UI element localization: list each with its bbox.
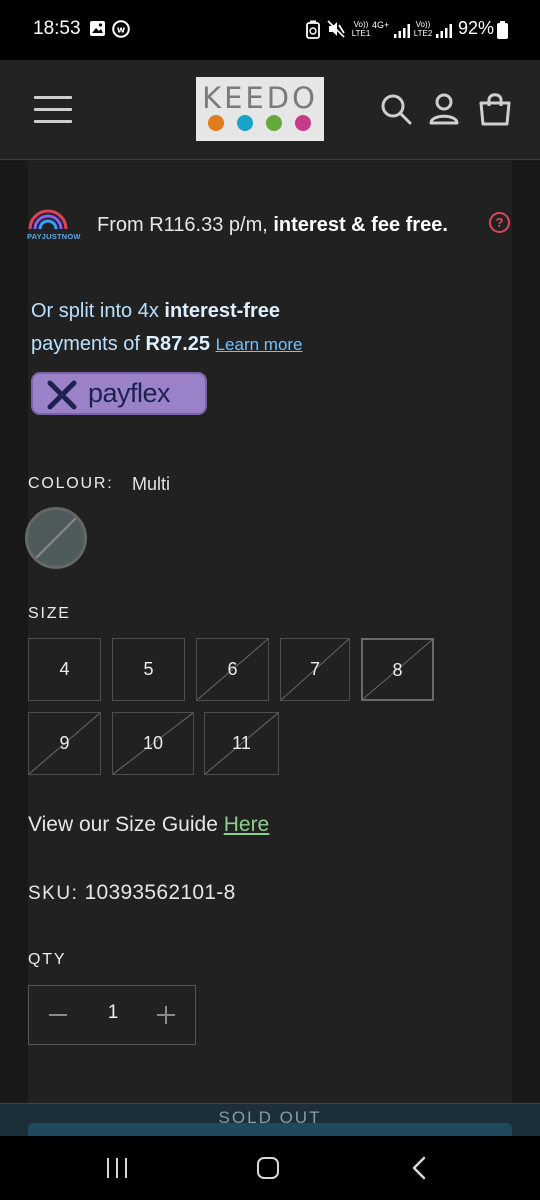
payjustnow-text: From R116.33 p/m, xyxy=(97,214,274,236)
quantity-stepper: 1 xyxy=(28,985,196,1045)
status-time: 18:53 xyxy=(33,18,81,39)
help-icon[interactable]: ? xyxy=(489,212,510,233)
recent-apps-icon[interactable] xyxy=(107,1158,129,1178)
network-4g: 4G+ xyxy=(372,20,390,30)
colour-value: Multi xyxy=(132,474,171,494)
plus-icon[interactable] xyxy=(157,1006,175,1024)
mute-icon xyxy=(327,20,345,38)
logo-dot xyxy=(208,115,224,131)
account-icon[interactable] xyxy=(429,93,459,125)
logo-dot xyxy=(295,115,311,131)
menu-icon[interactable] xyxy=(34,96,72,124)
colour-label: COLOUR: xyxy=(28,475,114,492)
payflex-mark-icon xyxy=(47,380,77,410)
site-header: KEEDO xyxy=(0,60,540,160)
battery-percent: 92% xyxy=(458,18,495,38)
size-guide-link[interactable]: Here xyxy=(224,813,270,836)
size-option-label: 4 xyxy=(59,659,70,679)
size-option-11[interactable]: 11 xyxy=(204,712,279,775)
battery-saver-icon xyxy=(306,20,320,39)
size-option-label: 7 xyxy=(309,659,320,679)
logo-dot xyxy=(237,115,253,131)
payjustnow-bold-text: interest & fee free. xyxy=(273,214,448,236)
size-option-10[interactable]: 10 xyxy=(112,712,194,775)
logo-text: KEEDO xyxy=(202,81,318,115)
size-option-label: 9 xyxy=(59,733,70,753)
page-margin-left xyxy=(0,161,28,1136)
cart-icon[interactable] xyxy=(478,92,512,126)
size-guide: View our Size Guide Here xyxy=(28,813,269,837)
size-option-7[interactable]: 7 xyxy=(280,638,350,701)
size-option-4[interactable]: 4 xyxy=(28,638,101,701)
payflex-badge[interactable]: payflex xyxy=(31,372,207,415)
system-nav-bar xyxy=(0,1136,540,1200)
payflex-line-1: Or split into 4x interest-free xyxy=(31,300,280,323)
keedo-logo[interactable]: KEEDO xyxy=(196,77,324,141)
back-icon[interactable] xyxy=(410,1156,428,1180)
signal-icon xyxy=(436,24,452,38)
payflex-text: Or split into 4x xyxy=(31,300,165,322)
payflex-bold-text: interest-free xyxy=(164,300,280,322)
size-option-9[interactable]: 9 xyxy=(28,712,101,775)
learn-more-link[interactable]: Learn more xyxy=(216,335,303,354)
size-option-label: 5 xyxy=(143,659,154,679)
sku: SKU: 10393562101-8 xyxy=(28,881,236,905)
payjustnow-message: From R116.33 p/m, interest & fee free. xyxy=(97,214,448,237)
size-label: SIZE xyxy=(28,605,71,622)
whatsapp-icon: w xyxy=(112,20,130,38)
network-lte1: Vo)) LTE1 xyxy=(351,20,371,38)
payjustnow-brand: PAYJUSTNOW xyxy=(27,232,81,241)
network-lte2: Vo)) LTE2 xyxy=(413,20,433,38)
logo-dot xyxy=(266,115,282,131)
gallery-icon xyxy=(90,21,105,36)
svg-text:w: w xyxy=(117,26,125,36)
page-margin-right xyxy=(512,161,540,1136)
status-bar: 18:53 w Vo)) LTE1 4G+ Vo)) LTE2 92% xyxy=(0,0,540,60)
size-option-label: 11 xyxy=(232,733,251,753)
sku-value: 10393562101-8 xyxy=(84,881,236,904)
size-option-label: 8 xyxy=(392,660,403,680)
size-option-8[interactable]: 8 xyxy=(361,638,434,701)
payflex-logo-text: payflex xyxy=(88,378,171,408)
payflex-amount: R87.25 xyxy=(145,333,211,355)
search-icon[interactable] xyxy=(380,93,412,125)
qty-label: QTY xyxy=(28,951,67,968)
payflex-line-2: payments of R87.25 Learn more xyxy=(31,333,303,356)
colour-swatch-multi[interactable] xyxy=(25,507,87,569)
size-guide-text: View our Size Guide xyxy=(28,813,224,836)
sold-out-label: SOLD OUT xyxy=(218,1108,322,1127)
size-option-label: 6 xyxy=(227,659,238,679)
size-option-label: 10 xyxy=(142,733,164,753)
signal-icon xyxy=(394,24,410,38)
swatch-strike-icon xyxy=(33,515,79,561)
battery-icon xyxy=(497,21,508,39)
size-option-5[interactable]: 5 xyxy=(112,638,185,701)
payflex-text: payments of xyxy=(31,333,146,355)
size-option-6[interactable]: 6 xyxy=(196,638,269,701)
sku-label: SKU: xyxy=(28,883,79,904)
home-icon[interactable] xyxy=(257,1157,279,1179)
